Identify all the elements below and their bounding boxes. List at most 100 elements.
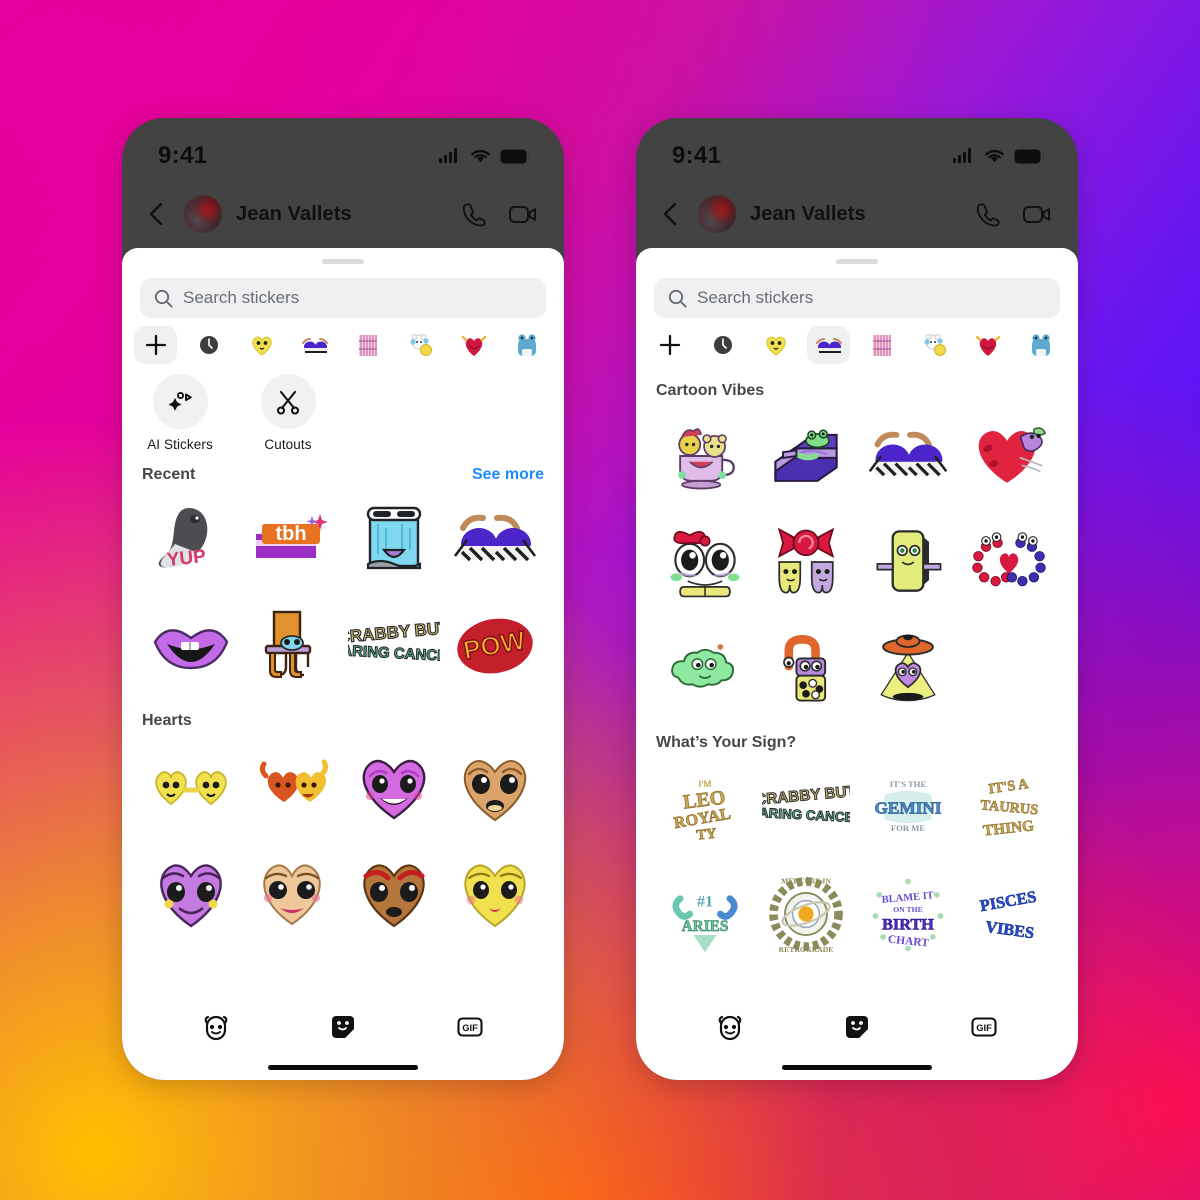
tab-pack-yellow-heart[interactable] — [240, 326, 283, 364]
sticker-cell[interactable] — [343, 840, 445, 944]
svg-text:IT'S A: IT'S A — [988, 776, 1031, 798]
phone-mockup-left: 9:41 Jean Vallets Search stickers AI Sti… — [122, 118, 564, 1080]
tab-recents[interactable] — [187, 326, 230, 364]
back-chevron-icon[interactable] — [144, 201, 170, 227]
sticker-cell[interactable] — [445, 488, 547, 592]
section-header-hearts: Hearts — [140, 698, 546, 734]
sunglasses-eyes-sticker — [868, 431, 948, 477]
tab-add-sticker-pack[interactable] — [134, 326, 177, 364]
crying-waterfall-sticker — [366, 506, 421, 570]
tab-pack-blue-frog[interactable] — [1019, 326, 1062, 364]
sticker-grid-cartoon-vibes — [654, 404, 1060, 720]
white-bear-sticker — [923, 334, 946, 356]
emoji-face-icon[interactable] — [715, 1012, 745, 1042]
sticker-cell[interactable] — [756, 616, 858, 720]
gif-icon[interactable]: GIF — [455, 1012, 485, 1042]
sticker-icon[interactable] — [842, 1012, 872, 1042]
pigeon-yup-sticker: YUP — [158, 508, 208, 571]
tab-pack-pink-pattern[interactable] — [860, 326, 903, 364]
sticker-cell[interactable] — [343, 734, 445, 838]
emoji-face-icon[interactable] — [201, 1012, 231, 1042]
peer-name: Jean Vallets — [750, 202, 866, 225]
sticker-cell[interactable]: PISCES VIBES — [959, 862, 1061, 966]
sticker-cell[interactable] — [756, 404, 858, 508]
status-bar: 9:41 — [122, 118, 564, 180]
video-call-icon[interactable] — [1022, 201, 1052, 228]
tab-pack-white-bear[interactable] — [913, 326, 956, 364]
sticker-icon[interactable] — [328, 1012, 358, 1042]
sticker-cell[interactable]: MERCURY IN RETROGRADE — [756, 862, 858, 966]
green-phone-face-sticker — [876, 530, 942, 592]
sticker-cell[interactable]: YUP — [140, 488, 242, 592]
white-bear-sticker — [409, 334, 432, 356]
svg-text:#1: #1 — [697, 892, 713, 910]
sticker-cell[interactable] — [242, 734, 344, 838]
sticker-cell[interactable] — [857, 404, 959, 508]
sticker-cell[interactable] — [654, 510, 756, 614]
cellular-signal-icon — [953, 148, 971, 163]
sticker-cell[interactable]: tbh — [242, 488, 344, 592]
gif-icon[interactable]: GIF — [969, 1012, 999, 1042]
sticker-cell[interactable] — [857, 510, 959, 614]
tbh-text-sticker: tbh — [256, 514, 329, 558]
sheet-drag-handle[interactable] — [322, 259, 364, 264]
quick-action-cutouts[interactable]: Cutouts — [254, 374, 322, 452]
sticker-cell[interactable]: IT'S A TAURUS THING — [959, 756, 1061, 860]
sticker-cell[interactable]: #1 ARIES — [654, 862, 756, 966]
back-chevron-icon[interactable] — [658, 201, 684, 227]
pink-pattern-sticker — [358, 335, 377, 356]
sticker-cell[interactable] — [140, 594, 242, 698]
see-more-link[interactable]: See more — [472, 466, 544, 484]
avatar[interactable] — [698, 195, 736, 233]
svg-text:BIRTH: BIRTH — [882, 915, 934, 933]
sticker-cell[interactable]: BLAME IT ON THE BIRTH CHART — [857, 862, 959, 966]
svg-text:IT'S THE: IT'S THE — [890, 779, 927, 789]
tab-pack-pink-pattern[interactable] — [346, 326, 389, 364]
sticker-cell[interactable] — [857, 616, 959, 720]
tab-pack-red-apple[interactable] — [966, 326, 1009, 364]
sticker-cell[interactable]: I'M LEO ROYAL TY — [654, 756, 756, 860]
search-stickers-bar[interactable]: Search stickers — [140, 278, 546, 318]
avatar[interactable] — [184, 195, 222, 233]
sticker-cell[interactable]: CRABBY BUT CARING CANCER — [343, 594, 445, 698]
tab-pack-eyes[interactable] — [293, 326, 336, 364]
plus-icon — [145, 334, 166, 356]
orange-table-creature-sticker — [265, 610, 312, 678]
home-indicator — [268, 1065, 418, 1070]
sticker-cell[interactable] — [242, 594, 344, 698]
scissors-icon — [276, 390, 300, 415]
sticker-cell[interactable] — [445, 840, 547, 944]
tab-pack-eyes[interactable] — [807, 326, 850, 364]
sticker-cell[interactable]: CRABBY BUT CARING CANCER — [756, 756, 858, 860]
tab-pack-red-apple[interactable] — [452, 326, 495, 364]
sticker-cell[interactable] — [445, 734, 547, 838]
sticker-cell[interactable] — [756, 510, 858, 614]
tab-add-sticker-pack[interactable] — [648, 326, 691, 364]
audio-call-icon[interactable] — [461, 201, 488, 228]
tab-pack-white-bear[interactable] — [399, 326, 442, 364]
sticker-cell[interactable] — [654, 404, 756, 508]
sticker-cell[interactable] — [140, 840, 242, 944]
tab-recents[interactable] — [701, 326, 744, 364]
audio-call-icon[interactable] — [975, 201, 1002, 228]
its-the-gemini-for-me-sticker: IT'S THE GEMINI FOR ME — [874, 779, 942, 833]
quick-action-ai-stickers[interactable]: AI Stickers — [146, 374, 214, 452]
search-placeholder: Search stickers — [697, 288, 814, 307]
sticker-cell[interactable] — [140, 734, 242, 838]
tab-pack-blue-frog[interactable] — [505, 326, 548, 364]
sticker-cell[interactable] — [242, 840, 344, 944]
sheet-drag-handle[interactable] — [836, 259, 878, 264]
sticker-cell[interactable] — [343, 488, 445, 592]
section-title: Recent — [142, 466, 196, 483]
status-time: 9:41 — [158, 142, 208, 169]
sticker-cell[interactable] — [959, 404, 1061, 508]
battery-icon — [1014, 149, 1044, 163]
search-stickers-bar[interactable]: Search stickers — [654, 278, 1060, 318]
sticker-cell[interactable] — [959, 510, 1061, 614]
sticker-cell[interactable]: POW — [445, 594, 547, 698]
search-placeholder: Search stickers — [183, 288, 300, 307]
sticker-cell[interactable]: IT'S THE GEMINI FOR ME — [857, 756, 959, 860]
sticker-cell[interactable] — [654, 616, 756, 720]
video-call-icon[interactable] — [508, 201, 538, 228]
tab-pack-yellow-heart[interactable] — [754, 326, 797, 364]
